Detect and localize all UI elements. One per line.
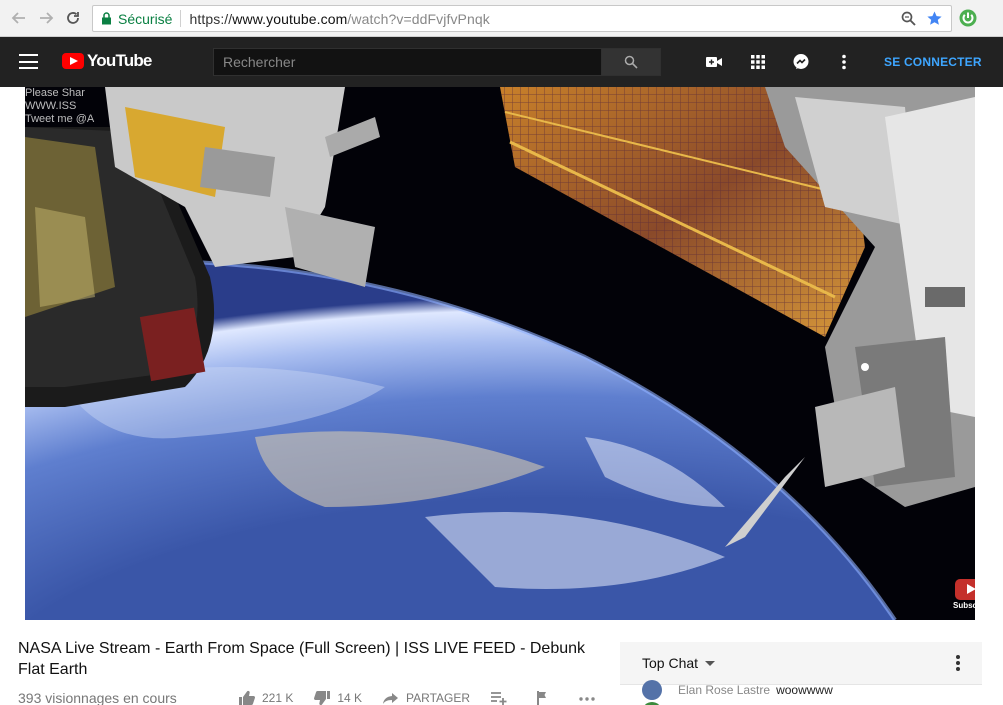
live-chat: Top Chat Elan Rose Lastre woowwww [620, 642, 982, 705]
chat-message-text: woowwww [776, 683, 833, 697]
menu-hamburger-icon[interactable] [19, 54, 38, 69]
video-player[interactable]: Please Shar WWW.ISS Tweet me @A Subscrib… [25, 87, 975, 620]
url-path: /watch?v=ddFvjfvPnqk [347, 10, 490, 27]
reload-button[interactable] [62, 7, 84, 29]
playlist-add-icon [491, 692, 507, 705]
video-title: NASA Live Stream - Earth From Space (Ful… [18, 640, 586, 678]
apps-grid-icon [751, 55, 765, 69]
overlay-line: WWW.ISS [25, 100, 77, 112]
view-count: 393 visionnages en cours [18, 690, 177, 705]
subscribe-label: Subscribe [953, 601, 975, 610]
share-button[interactable]: PARTAGER [382, 690, 470, 705]
chat-author: Elan Rose Lastre [678, 683, 771, 697]
more-options-button[interactable] [833, 51, 855, 73]
chat-menu-icon[interactable] [956, 655, 960, 673]
lock-icon [102, 12, 111, 25]
forward-arrow-icon [40, 12, 54, 24]
like-button[interactable]: 221 K [238, 690, 293, 705]
video-camera-icon [706, 57, 722, 67]
avatar [642, 680, 662, 700]
share-arrow-icon [383, 693, 399, 704]
secure-label: Sécurisé [118, 10, 173, 27]
thumbs-up-icon [239, 690, 255, 705]
security-indicator[interactable]: Sécurisé [93, 10, 182, 27]
flag-icon [537, 691, 547, 705]
chat-mode-selector[interactable]: Top Chat [642, 655, 698, 671]
back-arrow-icon [11, 12, 25, 24]
search-box [213, 48, 661, 76]
chevron-down-icon[interactable] [705, 660, 716, 666]
messages-button[interactable] [790, 51, 812, 73]
subscribe-watermark[interactable]: Subscribe [953, 579, 975, 611]
back-button[interactable] [8, 7, 30, 29]
address-bar[interactable]: Sécurisé https://www.youtube.com/watch?v… [92, 5, 952, 32]
thumbs-down-icon [314, 691, 331, 705]
youtube-play-icon [62, 53, 84, 69]
youtube-logo[interactable]: YouTube [62, 51, 152, 71]
search-icon [624, 55, 638, 69]
overlay-line: Please Shar [25, 87, 85, 99]
sign-in-button[interactable]: SE CONNECTER [884, 55, 982, 69]
search-button[interactable] [602, 48, 661, 76]
zoom-icon[interactable] [900, 10, 917, 27]
reload-icon [67, 12, 79, 24]
chat-header: Top Chat [620, 642, 982, 685]
url-scheme: https:// [189, 10, 233, 27]
vertical-dots-icon [842, 54, 846, 70]
forward-button[interactable] [35, 7, 57, 29]
browser-toolbar: Sécurisé https://www.youtube.com/watch?v… [0, 0, 1003, 37]
url-host: www.youtube.com [232, 10, 348, 27]
create-video-button[interactable] [703, 51, 725, 73]
extension-icon[interactable] [958, 8, 978, 28]
video-frame-earth-from-space [25, 87, 975, 620]
like-count: 221 K [262, 691, 294, 705]
url-text[interactable]: https://www.youtube.com/watch?v=ddFvjfvP… [181, 11, 489, 27]
chat-message: Elan Rose Lastre woowwww [642, 680, 833, 700]
video-actions: 221 K 14 K PARTAGER [238, 690, 622, 705]
dislike-count: 14 K [337, 691, 363, 705]
logo-text: YouTube [87, 51, 152, 70]
bookmark-star-icon[interactable] [926, 10, 943, 27]
dislike-button[interactable]: 14 K [313, 690, 362, 705]
youtube-masthead: YouTube SE CONNECTER [0, 37, 1003, 87]
add-to-playlist-button[interactable] [490, 690, 514, 705]
overlay-line: Tweet me @A [25, 113, 95, 125]
subscribe-play-icon [955, 579, 975, 600]
video-overlay-text: Please Shar WWW.ISS Tweet me @A [25, 87, 94, 126]
search-input[interactable] [213, 48, 602, 76]
share-label: PARTAGER [406, 691, 471, 705]
messages-icon [793, 54, 809, 69]
more-actions-button[interactable] [578, 690, 602, 705]
report-button[interactable] [534, 690, 558, 705]
apps-button[interactable] [747, 51, 769, 73]
horizontal-dots-icon [579, 697, 595, 701]
